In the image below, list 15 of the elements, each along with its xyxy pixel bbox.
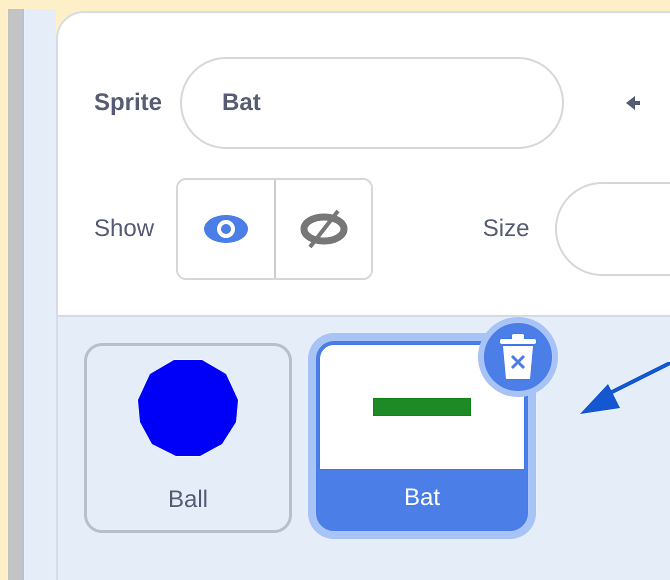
size-label: Size bbox=[482, 215, 530, 243]
sprite-name: Ball bbox=[166, 485, 210, 515]
sprite-name-field[interactable]: Bat bbox=[180, 57, 564, 149]
bar-costume-icon bbox=[373, 398, 471, 416]
circle-costume-icon bbox=[138, 360, 238, 456]
eye-icon bbox=[202, 212, 250, 246]
sprite-tile[interactable]: Ball bbox=[84, 343, 292, 533]
crossed-eye-icon bbox=[300, 209, 348, 249]
show-hidden-button[interactable] bbox=[274, 180, 371, 278]
sprite-label: Sprite bbox=[94, 89, 162, 117]
size-field[interactable] bbox=[555, 182, 670, 276]
show-label: Show bbox=[94, 215, 154, 243]
left-arrow-icon bbox=[626, 93, 640, 113]
sprite-name: Bat bbox=[320, 469, 524, 527]
trash-icon bbox=[498, 333, 538, 381]
